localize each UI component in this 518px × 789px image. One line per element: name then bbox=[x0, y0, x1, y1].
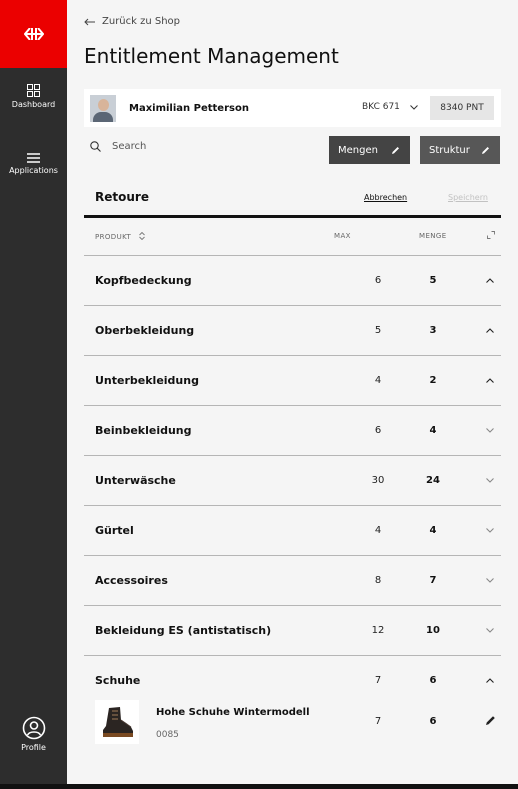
mengen-button-label: Mengen bbox=[338, 144, 378, 156]
profile-icon bbox=[22, 716, 45, 740]
account-value: BKC 671 bbox=[362, 102, 400, 112]
category-name: Unterwäsche bbox=[95, 474, 176, 487]
chevron-up-icon[interactable] bbox=[486, 678, 494, 683]
chevron-down-icon[interactable] bbox=[486, 528, 494, 533]
product-code: 0085 bbox=[156, 730, 179, 740]
search-icon bbox=[90, 141, 101, 152]
sidebar-item-label: Profile bbox=[21, 743, 46, 752]
product-name: Hohe Schuhe Wintermodell bbox=[156, 707, 310, 718]
menu-icon bbox=[27, 153, 40, 163]
struktur-button[interactable]: Struktur bbox=[420, 136, 500, 164]
sidebar: Dashboard Applications Profile bbox=[0, 0, 67, 789]
user-card: Maximilian Petterson BKC 671 8340 PNT bbox=[84, 89, 501, 127]
category-name: Bekleidung ES (antistatisch) bbox=[95, 624, 272, 637]
max-value: 8 bbox=[374, 575, 382, 586]
category-name: Schuhe bbox=[95, 674, 141, 687]
max-value: 12 bbox=[371, 625, 385, 636]
quantity-value: 10 bbox=[426, 625, 440, 636]
points-badge: 8340 PNT bbox=[430, 96, 494, 120]
chevron-up-icon[interactable] bbox=[486, 328, 494, 333]
category-name: Accessoires bbox=[95, 574, 168, 587]
sidebar-item-profile[interactable]: Profile bbox=[0, 716, 67, 752]
column-header-label: PRODUKT bbox=[95, 233, 132, 241]
max-value: 6 bbox=[374, 425, 382, 436]
table-row[interactable]: Accessoires 8 7 bbox=[84, 555, 501, 605]
max-value: 7 bbox=[374, 675, 382, 686]
section-title: Retoure bbox=[95, 190, 149, 204]
product-row: Hohe Schuhe Wintermodell 0085 7 6 bbox=[84, 698, 501, 750]
sidebar-item-label: Applications bbox=[9, 166, 58, 175]
table-row[interactable]: Unterbekleidung 4 2 bbox=[84, 355, 501, 405]
expand-all-icon[interactable] bbox=[487, 231, 495, 239]
max-value: 30 bbox=[371, 475, 385, 486]
sidebar-item-label: Dashboard bbox=[11, 100, 56, 109]
sort-icon bbox=[139, 231, 145, 241]
category-name: Oberbekleidung bbox=[95, 324, 195, 337]
column-header-max: MAX bbox=[334, 232, 351, 240]
chevron-up-icon[interactable] bbox=[486, 378, 494, 383]
arrow-left-icon bbox=[84, 18, 95, 25]
category-name: Unterbekleidung bbox=[95, 374, 199, 387]
table-header: PRODUKT MAX MENGE bbox=[84, 219, 501, 255]
column-header-product[interactable]: PRODUKT bbox=[95, 231, 145, 241]
quantity-value: 24 bbox=[426, 475, 440, 486]
chevron-down-icon[interactable] bbox=[486, 628, 494, 633]
quantity-value: 6 bbox=[429, 675, 437, 686]
table-row[interactable]: Bekleidung ES (antistatisch) 12 10 bbox=[84, 605, 501, 655]
divider bbox=[84, 215, 501, 218]
table-row[interactable]: Gürtel 4 4 bbox=[84, 505, 501, 555]
search-placeholder: Search bbox=[112, 141, 147, 152]
quantity-value: 7 bbox=[429, 575, 437, 586]
main-content: Zurück zu Shop Entitlement Management Ma… bbox=[67, 0, 518, 789]
quantity-value: 2 bbox=[429, 375, 437, 386]
sidebar-item-applications[interactable]: Applications bbox=[0, 153, 67, 175]
pencil-icon[interactable] bbox=[485, 715, 496, 726]
quantity-value: 5 bbox=[429, 275, 437, 286]
struktur-button-label: Struktur bbox=[429, 144, 470, 156]
dashboard-icon bbox=[27, 84, 40, 97]
max-value: 7 bbox=[374, 716, 382, 727]
back-link[interactable]: Zurück zu Shop bbox=[84, 16, 180, 27]
sbb-logo-icon bbox=[23, 28, 44, 40]
chevron-down-icon[interactable] bbox=[486, 428, 494, 433]
max-value: 6 bbox=[374, 275, 382, 286]
category-name: Gürtel bbox=[95, 524, 134, 537]
account-select[interactable]: BKC 671 bbox=[362, 102, 418, 112]
sidebar-item-dashboard[interactable]: Dashboard bbox=[0, 84, 67, 109]
quantity-value: 6 bbox=[429, 716, 437, 727]
chevron-down-icon[interactable] bbox=[486, 578, 494, 583]
column-header-qty: MENGE bbox=[419, 232, 447, 240]
max-value: 4 bbox=[374, 375, 382, 386]
back-link-label: Zurück zu Shop bbox=[102, 16, 181, 27]
search-field[interactable]: Search bbox=[90, 141, 146, 152]
save-link[interactable]: Speichern bbox=[448, 193, 488, 202]
table-row[interactable]: Kopfbedeckung 6 5 bbox=[84, 255, 501, 305]
avatar bbox=[90, 94, 116, 122]
sbb-logo[interactable] bbox=[0, 0, 67, 68]
pencil-icon bbox=[392, 146, 399, 154]
mengen-button[interactable]: Mengen bbox=[329, 136, 410, 164]
max-value: 4 bbox=[374, 525, 382, 536]
cancel-link[interactable]: Abbrechen bbox=[364, 193, 407, 202]
pencil-icon bbox=[482, 146, 489, 154]
boot-image bbox=[103, 707, 133, 737]
product-image bbox=[95, 700, 139, 744]
bottom-bar bbox=[0, 784, 518, 789]
table-row[interactable]: Beinbekleidung 6 4 bbox=[84, 405, 501, 455]
chevron-down-icon[interactable] bbox=[486, 478, 494, 483]
table-row[interactable]: Unterwäsche 30 24 bbox=[84, 455, 501, 505]
quantity-value: 4 bbox=[429, 425, 437, 436]
user-name: Maximilian Petterson bbox=[129, 102, 249, 114]
quantity-value: 3 bbox=[429, 325, 437, 336]
max-value: 5 bbox=[374, 325, 382, 336]
table-row[interactable]: Oberbekleidung 5 3 bbox=[84, 305, 501, 355]
chevron-down-icon bbox=[410, 104, 418, 110]
page-title: Entitlement Management bbox=[84, 44, 339, 68]
category-name: Beinbekleidung bbox=[95, 424, 192, 437]
chevron-up-icon[interactable] bbox=[486, 278, 494, 283]
category-name: Kopfbedeckung bbox=[95, 274, 192, 287]
quantity-value: 4 bbox=[429, 525, 437, 536]
